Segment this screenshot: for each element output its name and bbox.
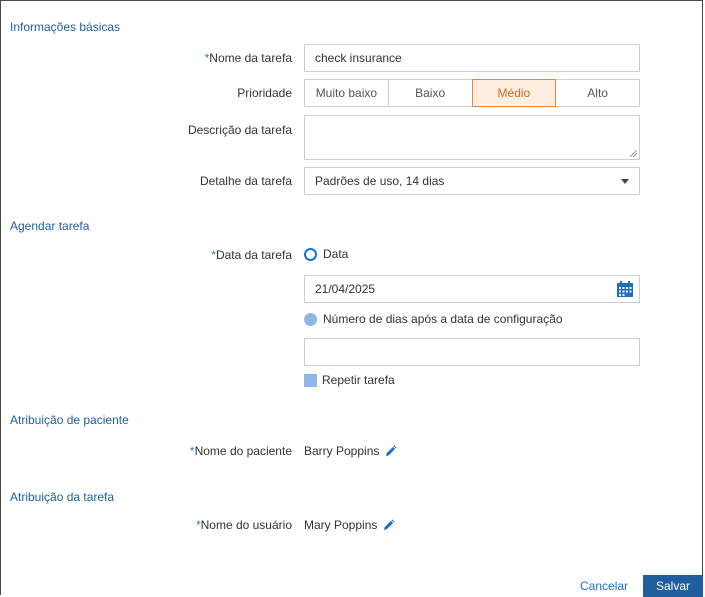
- priority-label: Prioridade: [237, 86, 292, 100]
- user-name-value-row: Mary Poppins: [304, 518, 395, 532]
- patient-name-label-text: Nome do paciente: [194, 444, 292, 458]
- cancel-button[interactable]: Cancelar: [580, 579, 628, 593]
- priority-option-alto[interactable]: Alto: [555, 79, 640, 107]
- task-name-input[interactable]: [304, 44, 640, 72]
- date-value: 21/04/2025: [315, 282, 376, 296]
- radio-selected-icon[interactable]: [304, 247, 317, 261]
- pencil-icon[interactable]: [384, 445, 397, 458]
- radio-option-days[interactable]: Número de dias após a data de configuraç…: [304, 312, 563, 326]
- priority-option-muito-baixo[interactable]: Muito baixo: [304, 79, 389, 107]
- patient-name-value-row: Barry Poppins: [304, 444, 397, 458]
- date-input[interactable]: 21/04/2025: [304, 275, 640, 303]
- task-name-label-text: Nome da tarefa: [209, 51, 292, 65]
- user-name-label-text: Nome do usuário: [200, 518, 292, 532]
- days-input[interactable]: [304, 338, 640, 366]
- user-name-label: *Nome do usuário: [196, 518, 292, 532]
- radio-unselected-icon[interactable]: [304, 312, 317, 326]
- section-title-schedule: Agendar tarefa: [10, 219, 90, 233]
- section-title-task-assignment: Atribuição da tarefa: [10, 490, 115, 504]
- radio-days-label: Número de dias após a data de configuraç…: [323, 312, 563, 326]
- priority-selector: Muito baixo Baixo Médio Alto: [304, 79, 640, 107]
- resize-handle-icon[interactable]: [630, 150, 637, 157]
- priority-option-medio[interactable]: Médio: [471, 79, 557, 107]
- task-detail-label: Detalhe da tarefa: [199, 174, 292, 188]
- patient-name-value: Barry Poppins: [304, 444, 380, 458]
- pencil-icon[interactable]: [382, 519, 395, 532]
- calendar-icon[interactable]: [616, 280, 634, 298]
- priority-option-baixo[interactable]: Baixo: [387, 79, 473, 107]
- patient-name-label: *Nome do paciente: [190, 444, 292, 458]
- repeat-task-checkbox[interactable]: [304, 373, 317, 387]
- save-button[interactable]: Salvar: [643, 575, 703, 597]
- description-label: Descrição da tarefa: [187, 123, 292, 137]
- radio-option-date[interactable]: Data: [304, 247, 348, 261]
- repeat-task-checkbox-row[interactable]: Repetir tarefa: [304, 373, 395, 387]
- radio-date-label: Data: [323, 247, 349, 261]
- task-name-label: *Nome da tarefa: [205, 51, 292, 65]
- repeat-task-label: Repetir tarefa: [322, 373, 395, 387]
- task-detail-select[interactable]: Padrões de uso, 14 dias: [304, 167, 640, 195]
- section-title-basic-info: Informações básicas: [10, 20, 121, 34]
- description-textarea[interactable]: [304, 115, 640, 160]
- section-title-patient: Atribuição de paciente: [10, 413, 129, 427]
- task-date-label: *Data da tarefa: [211, 248, 292, 262]
- task-detail-value: Padrões de uso, 14 dias: [315, 174, 445, 188]
- user-name-value: Mary Poppins: [304, 518, 378, 532]
- task-date-label-text: Data da tarefa: [215, 248, 292, 262]
- chevron-down-icon: [621, 179, 629, 184]
